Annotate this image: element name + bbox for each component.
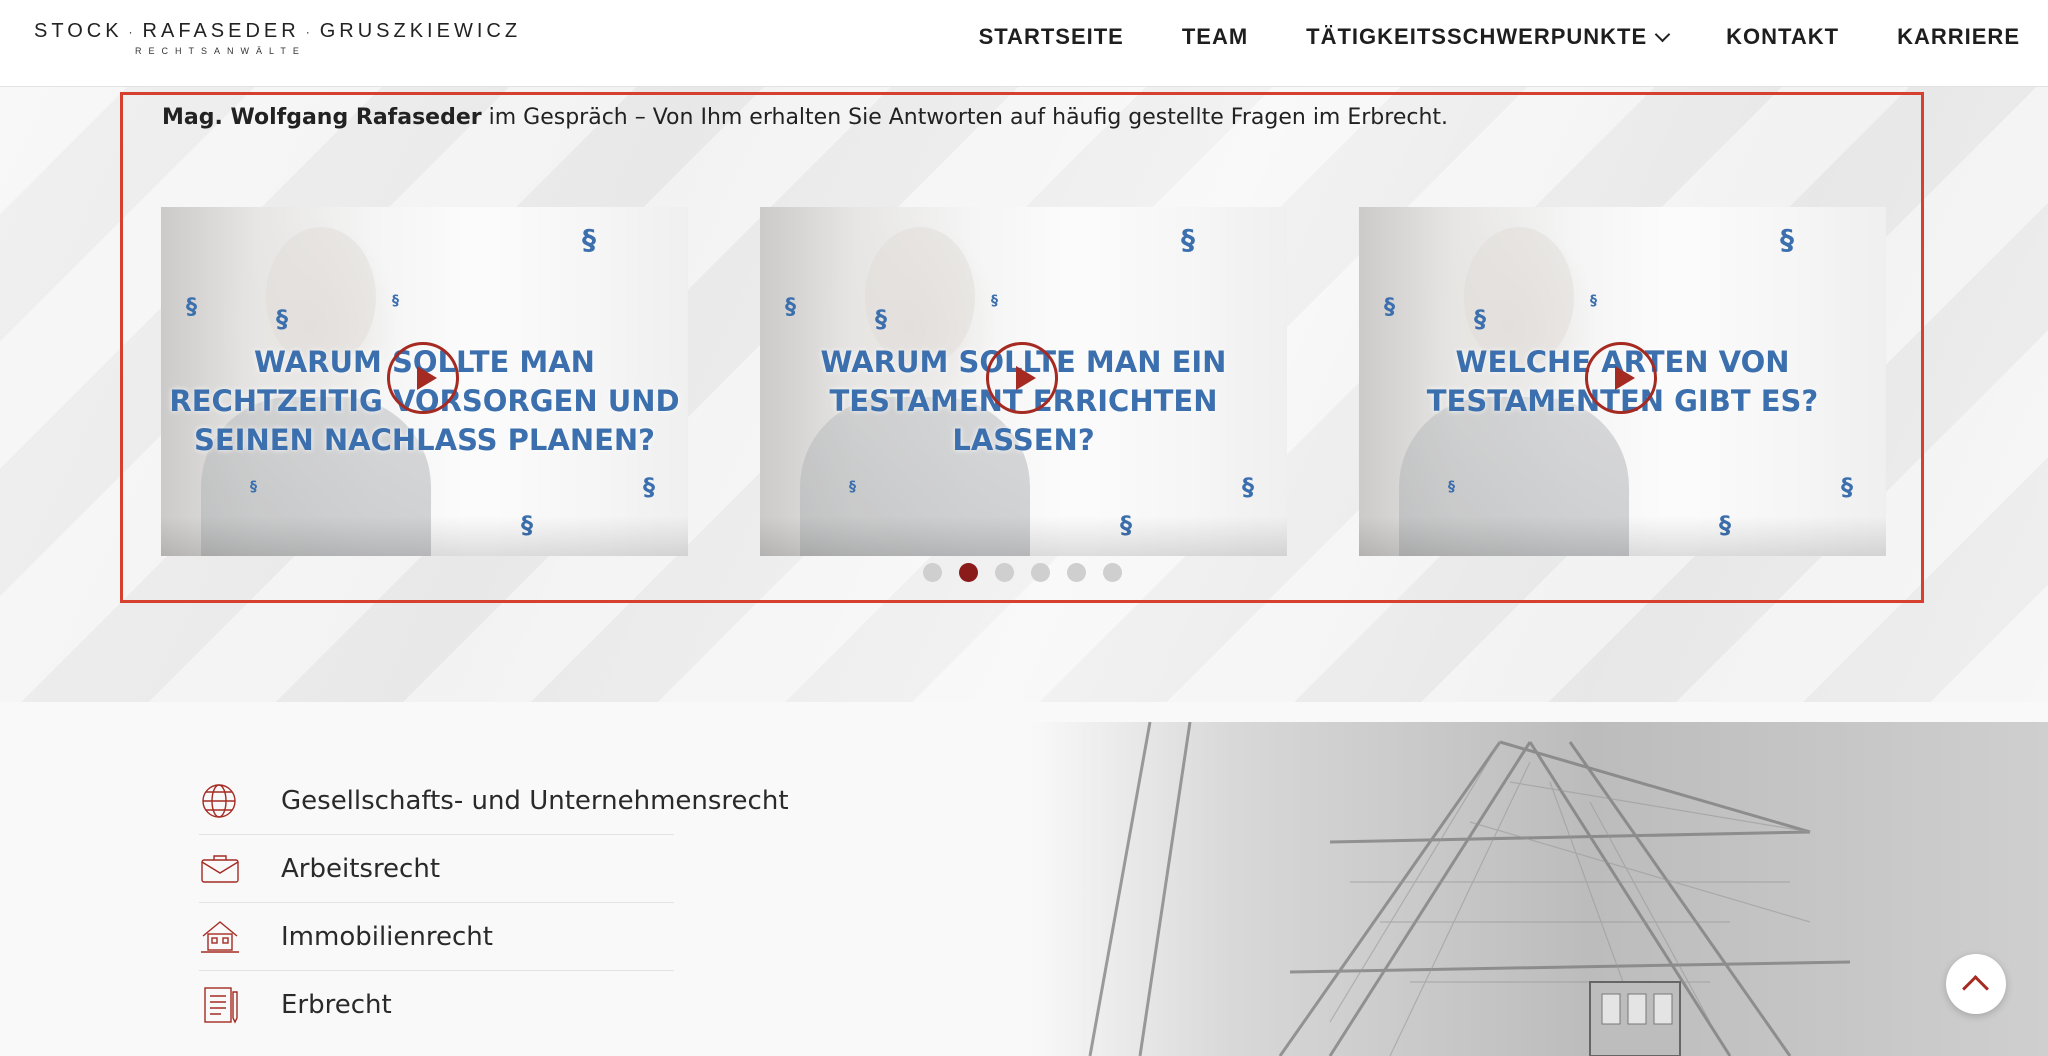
video-bottom-shade [1359,516,1886,556]
nav-label: TÄTIGKEITSSCHWERPUNKTE [1306,24,1648,49]
chevron-down-icon [1654,26,1671,42]
logo-name-1: STOCK [34,20,123,42]
practice-areas-section: Gesellschafts- und Unternehmensrecht Arb… [0,702,2048,1056]
logo-separator: · [128,24,137,39]
house-icon [201,920,239,953]
ferris-wheel-illustration [1088,722,1851,1056]
nav-label: TEAM [1181,24,1249,49]
nav-label: KONTAKT [1726,24,1840,49]
practice-area-item[interactable]: Erbrecht [199,971,674,1038]
practice-area-item[interactable]: Arbeitsrecht [199,835,674,903]
video-bottom-shade [760,516,1287,556]
paragraph-symbol: § [1474,305,1486,333]
video-card[interactable]: § § § § § § § WARUM SOLLTE MAN EIN TESTA… [760,207,1287,556]
nav-label: STARTSEITE [978,24,1124,49]
site-header: STOCK · RAFASEDER · GRUSZKIEWICZ RECHTSANWÄL… [0,0,2048,87]
nav-item-karriere[interactable]: KARRIERE [1897,24,2020,50]
logo-wordmark: STOCK · RAFASEDER · GRUSZKIEWICZ [34,20,517,43]
nav-item-taetigkeitsschwerpunkte[interactable]: TÄTIGKEITSSCHWERPUNKTE [1306,24,1671,50]
paragraph-symbol: § [643,473,655,501]
video-intro-text: Mag. Wolfgang Rafaseder im Gespräch – Vo… [162,105,1448,130]
carousel-pagination [923,563,1122,582]
logo-separator: · [305,24,314,39]
logo-name-2: RAFASEDER [142,20,300,42]
practice-area-label: Immobilienrecht [281,921,493,952]
paragraph-symbol: § [1590,293,1597,309]
carousel-dot-active[interactable] [959,563,978,582]
nav-label: KARRIERE [1897,24,2020,49]
paragraph-symbol: § [250,479,257,495]
paragraph-symbol: § [1181,223,1195,256]
practice-area-item[interactable]: Gesellschafts- und Unternehmensrecht [199,767,789,835]
paragraph-symbol: § [1780,223,1794,256]
play-icon[interactable] [985,342,1058,414]
carousel-dot[interactable] [1031,563,1050,582]
logo-subtitle: RECHTSANWÄLTE [135,46,306,56]
paragraph-symbol: § [276,305,288,333]
paragraph-symbol: § [991,293,998,309]
paragraph-symbol: § [785,295,796,320]
scroll-to-top-button[interactable] [1946,954,2006,1014]
paragraph-symbol: § [1242,473,1254,501]
globe-icon [202,783,236,818]
paragraph-symbol: § [1448,479,1455,495]
carousel-dot[interactable] [1067,563,1086,582]
main-nav: STARTSEITE TEAM TÄTIGKEITSSCHWERPUNKTE K… [979,24,2020,50]
nav-item-startseite[interactable]: STARTSEITE [979,24,1124,50]
practice-area-label: Erbrecht [281,989,392,1020]
practice-area-item[interactable]: Immobilienrecht [199,903,674,971]
paragraph-symbol: § [849,479,856,495]
nav-item-team[interactable]: TEAM [1182,24,1248,50]
video-card[interactable]: § § § § § § § WELCHE ARTEN VON TESTAMENT… [1359,207,1886,556]
briefcase-icon [201,854,239,883]
site-logo[interactable]: STOCK · RAFASEDER · GRUSZKIEWICZ RECHTSANWÄL… [34,20,517,56]
ferris-wheel-photo [1030,722,2048,1056]
paragraph-symbol: § [392,293,399,309]
intro-text: im Gespräch – Von Ihm erhalten Sie Antwo… [481,105,1449,130]
paragraph-symbol: § [875,305,887,333]
carousel-dot[interactable] [995,563,1014,582]
document-icon [204,986,238,1024]
intro-name: Mag. Wolfgang Rafaseder [162,105,482,130]
carousel-dot[interactable] [923,563,942,582]
paragraph-symbol: § [186,295,197,320]
play-icon[interactable] [1584,342,1657,414]
practice-area-label: Arbeitsrecht [281,853,441,884]
paragraph-symbol: § [1841,473,1853,501]
nav-item-kontakt[interactable]: KONTAKT [1726,24,1839,50]
paragraph-symbol: § [582,223,596,256]
play-icon[interactable] [386,342,459,414]
practice-area-list: Gesellschafts- und Unternehmensrecht Arb… [199,767,789,1038]
paragraph-symbol: § [1384,295,1395,320]
practice-area-label: Gesellschafts- und Unternehmensrecht [281,785,789,816]
video-bottom-shade [161,516,688,556]
logo-name-3: GRUSZKIEWICZ [319,20,522,42]
video-card[interactable]: § § § § § § § WARUM SOLLTE MAN RECHTZEIT… [161,207,688,556]
carousel-dot[interactable] [1103,563,1122,582]
